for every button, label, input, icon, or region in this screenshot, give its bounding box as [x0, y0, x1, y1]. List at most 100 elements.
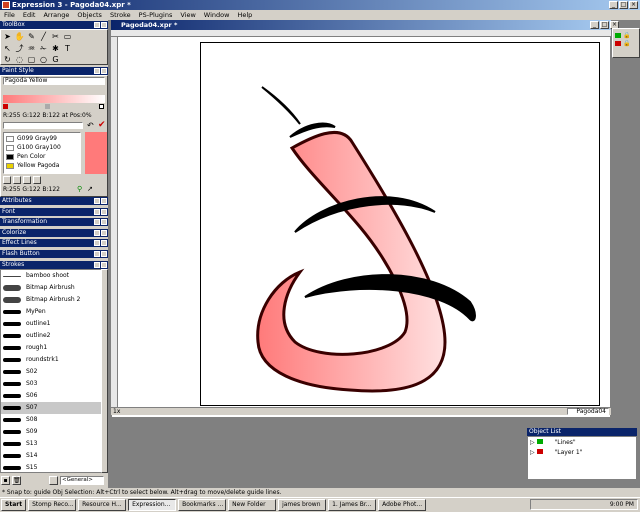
artwork[interactable]: [200, 42, 600, 406]
menu-item-view[interactable]: View: [176, 10, 199, 20]
gradient-bar[interactable]: [3, 95, 105, 103]
menu-item-file[interactable]: File: [0, 10, 19, 20]
horizontal-scrollbar[interactable]: 1x Pagoda04: [111, 407, 611, 415]
object-list-layer[interactable]: ▷ "Lines": [530, 439, 576, 447]
stroke-item[interactable]: S14: [1, 450, 101, 462]
start-button[interactable]: Start: [1, 499, 27, 511]
stroke-item[interactable]: Bitmap Airbrush 2: [1, 294, 101, 306]
object-list-panel[interactable]: ▷ "Lines" ▷ "Layer 1": [527, 436, 637, 480]
apply-check-icon[interactable]: ✔: [98, 121, 106, 130]
folder-icon[interactable]: [49, 475, 58, 485]
delete-swatch-icon[interactable]: [33, 176, 41, 184]
hand-icon[interactable]: ✋: [14, 31, 25, 42]
swatch-list[interactable]: G099 Gray99 G100 Gray100 Pen Color Yellow P…: [3, 132, 81, 174]
text-tool-icon[interactable]: T: [62, 43, 73, 54]
stroke-item[interactable]: S13: [1, 438, 101, 450]
pointer-icon[interactable]: ↗: [87, 185, 93, 193]
stroke-item[interactable]: outline1: [1, 318, 101, 330]
stroke-item[interactable]: bamboo shoot: [1, 270, 101, 282]
pen-icon[interactable]: ✎: [26, 31, 37, 42]
menu-item-window[interactable]: Window: [200, 10, 234, 20]
gradient-stop-left[interactable]: [3, 104, 8, 109]
menu-item-arrange[interactable]: Arrange: [39, 10, 73, 20]
ellipse-icon[interactable]: ○: [38, 54, 49, 65]
taskbar-button[interactable]: Resource H...: [78, 499, 127, 511]
swatch-item[interactable]: Yellow Pagoda: [6, 162, 59, 170]
refresh-icon[interactable]: G: [50, 54, 61, 65]
stroke-item[interactable]: S07: [1, 402, 101, 414]
eyedropper-icon[interactable]: ⚲: [77, 185, 82, 193]
stroke-item[interactable]: S15: [1, 462, 101, 472]
top-ink-stroke[interactable]: [261, 86, 301, 125]
stroke-item[interactable]: outline2: [1, 330, 101, 342]
close-button[interactable]: ×: [629, 1, 638, 9]
menu-item-stroke[interactable]: Stroke: [106, 10, 135, 20]
new-swatch-icon[interactable]: [3, 176, 11, 184]
layer-color-red[interactable]: [615, 41, 621, 46]
taskbar-button[interactable]: Stomp Reco...: [28, 499, 77, 511]
layer-color-green[interactable]: [615, 33, 621, 38]
knife-icon[interactable]: ✂: [50, 31, 61, 42]
stroke-item[interactable]: Bitmap Airbrush: [1, 282, 101, 294]
lock-icon[interactable]: 🔒: [623, 32, 630, 39]
menu-item-objects[interactable]: Objects: [73, 10, 106, 20]
sculpt-icon[interactable]: ♒: [26, 43, 37, 54]
taskbar-button[interactable]: james brown: [278, 499, 327, 511]
swatch-item[interactable]: G100 Gray100: [6, 144, 61, 152]
panel-colorize[interactable]: Colorize: [0, 228, 108, 237]
strokes-scrollbar[interactable]: [101, 269, 108, 473]
new-stroke-icon[interactable]: ▪: [1, 475, 10, 485]
warp-icon[interactable]: ⤴: [14, 43, 25, 54]
doc-maximize-button[interactable]: □: [600, 21, 609, 29]
paint-icon[interactable]: ✱: [50, 43, 61, 54]
taskbar-button[interactable]: Adobe Phot...: [378, 499, 427, 511]
stroke-category-select[interactable]: <General>: [60, 475, 104, 485]
lock-icon-2[interactable]: 🔒: [623, 40, 630, 47]
object-list-layer[interactable]: ▷ "Layer 1": [530, 449, 583, 457]
menu-item-edit[interactable]: Edit: [19, 10, 40, 20]
minimize-button[interactable]: _: [609, 1, 618, 9]
doc-minimize-button[interactable]: _: [590, 21, 599, 29]
node-arrow-icon[interactable]: ↖: [2, 43, 13, 54]
stroke-item[interactable]: S09: [1, 426, 101, 438]
strokes-list[interactable]: bamboo shoot Bitmap Airbrush Bitmap Airbru…: [0, 269, 108, 473]
scissor-icon[interactable]: ✁: [38, 43, 49, 54]
vertical-ruler[interactable]: [111, 37, 118, 407]
rotate-icon[interactable]: ↻: [2, 54, 13, 65]
swatch-item[interactable]: Pen Color: [6, 153, 45, 161]
taskbar-button[interactable]: Expression...: [128, 499, 177, 511]
pagoda-body-shape[interactable]: [256, 130, 447, 393]
swatch-item[interactable]: G099 Gray99: [6, 135, 57, 143]
fill-color-preview[interactable]: [85, 132, 107, 174]
panel-attributes[interactable]: Attributes: [0, 197, 108, 205]
menu-item-help[interactable]: Help: [233, 10, 256, 20]
zoom-icon[interactable]: ◌: [14, 54, 25, 65]
position-slider[interactable]: [3, 122, 83, 129]
taskbar-button[interactable]: 1. James Br...: [328, 499, 377, 511]
eraser-icon[interactable]: ▭: [62, 31, 73, 42]
undo-icon[interactable]: ↶: [87, 122, 94, 130]
gradient-stop-right[interactable]: [99, 104, 104, 109]
swatch-edit-icon[interactable]: [23, 176, 31, 184]
maximize-button[interactable]: □: [619, 1, 628, 9]
taskbar-button[interactable]: New Folder: [228, 499, 277, 511]
swatch-option-icon[interactable]: [13, 176, 21, 184]
rectangle-icon[interactable]: ▢: [26, 54, 37, 65]
lower-ink-stroke[interactable]: [304, 274, 476, 322]
stroke-item[interactable]: S08: [1, 414, 101, 426]
gradient-stop-mid[interactable]: [45, 104, 50, 109]
menu-item-ps-plugins[interactable]: PS-Plugins: [135, 10, 177, 20]
stroke-item[interactable]: S02: [1, 366, 101, 378]
stroke-item[interactable]: S06: [1, 390, 101, 402]
stroke-item[interactable]: MyPen: [1, 306, 101, 318]
stroke-item[interactable]: rough1: [1, 342, 101, 354]
panel-font[interactable]: Font: [0, 207, 108, 216]
panel-effect-lines[interactable]: Effect Lines: [0, 239, 108, 247]
taskbar-button[interactable]: Bookmarks ...: [178, 499, 227, 511]
brush-icon[interactable]: ╱: [38, 31, 49, 42]
stroke-item[interactable]: roundstrk1: [1, 354, 101, 366]
panel-flash-button[interactable]: Flash Button: [0, 249, 108, 258]
delete-stroke-icon[interactable]: 🗑: [12, 475, 21, 485]
panel-transformation[interactable]: Transformation: [0, 218, 108, 226]
style-name-field[interactable]: Pagoda Yellow: [3, 77, 105, 85]
